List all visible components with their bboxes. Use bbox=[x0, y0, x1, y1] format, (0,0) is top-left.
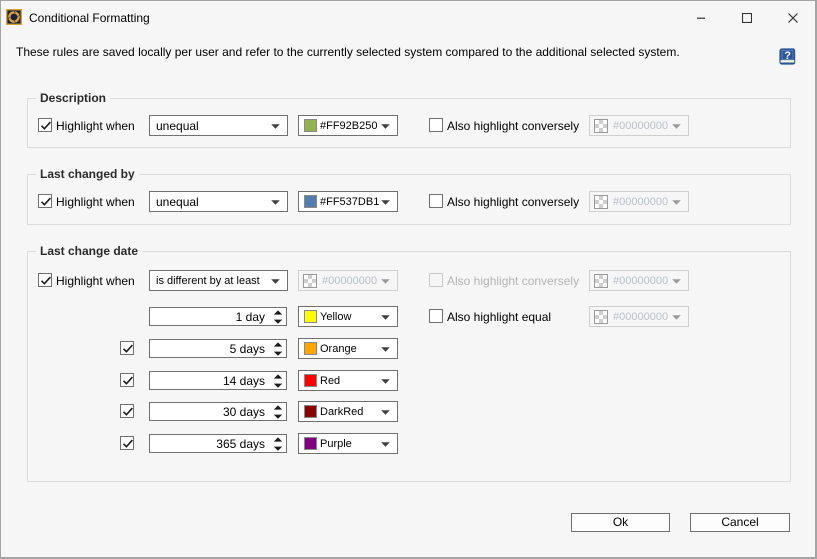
svg-text:?: ? bbox=[784, 50, 791, 62]
